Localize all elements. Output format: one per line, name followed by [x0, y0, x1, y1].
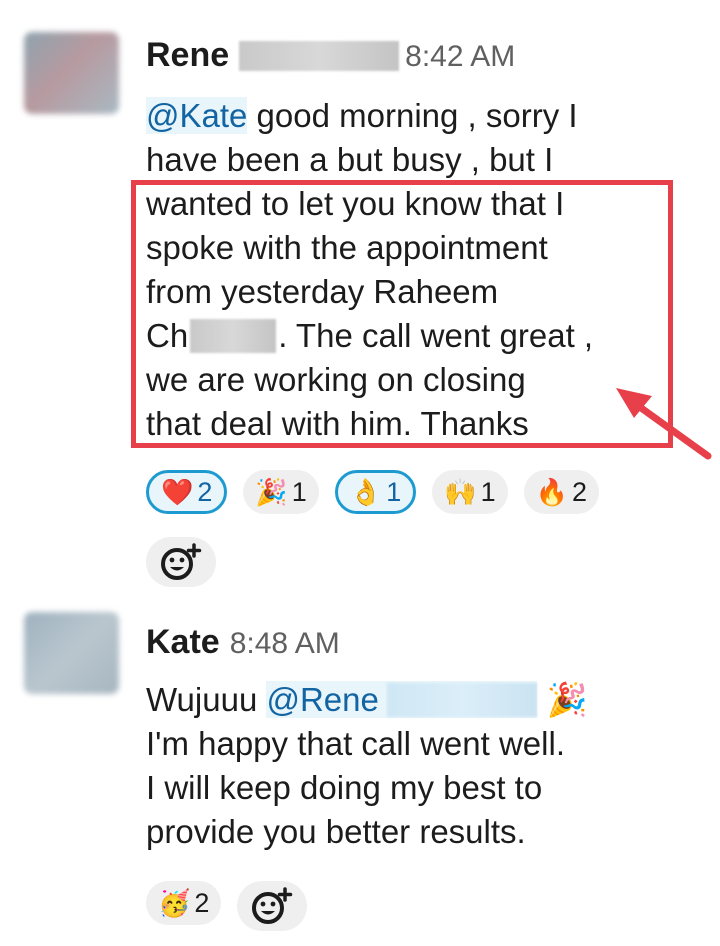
message-line: @Kate good morning , sorry I: [146, 97, 578, 134]
redacted-surname: [386, 683, 537, 717]
author-name[interactable]: Kate: [146, 623, 220, 662]
add-emoji-icon: [161, 543, 202, 580]
highlight-box: [131, 180, 673, 448]
redacted-surname: [239, 40, 400, 71]
reaction-fire[interactable]: 🔥 2: [523, 470, 600, 514]
timestamp[interactable]: 8:42 AM: [405, 40, 515, 74]
add-reaction-button[interactable]: [237, 881, 308, 931]
reaction-count: 1: [386, 476, 402, 507]
message-line: provide you better results.: [146, 813, 526, 850]
reaction-heart[interactable]: ❤️ 2: [146, 470, 228, 514]
avatar-rene[interactable]: [24, 32, 119, 114]
reactions-bar: ❤️ 2 🎉 1 👌 1 🙌 1 🔥 2: [146, 470, 600, 514]
mention-kate[interactable]: @Kate: [146, 97, 248, 134]
annotation-arrow: [616, 388, 712, 460]
avatar-kate[interactable]: [24, 612, 119, 694]
message-body: Wujuuu @Rene 🎉 I'm happy that call went w…: [146, 678, 588, 854]
message-line: Wujuuu @Rene 🎉: [146, 681, 588, 718]
reaction-party-popper[interactable]: 🎉 1: [243, 470, 319, 514]
fire-icon: 🔥: [535, 477, 568, 507]
heart-icon: ❤️: [161, 477, 194, 507]
reaction-count: 2: [194, 887, 210, 918]
message-header: Rene 8:42 AM: [146, 36, 515, 75]
party-popper-icon: 🎉: [255, 477, 288, 507]
add-reaction-button[interactable]: [146, 537, 216, 587]
add-emoji-icon: [252, 887, 293, 924]
partying-face-icon: 🥳: [158, 888, 191, 918]
raised-hands-icon: 🙌: [444, 477, 477, 507]
reaction-count: 2: [197, 476, 213, 507]
timestamp[interactable]: 8:48 AM: [230, 627, 340, 661]
reaction-count: 1: [480, 476, 496, 507]
author-name[interactable]: Rene: [146, 36, 229, 75]
party-popper-icon: 🎉: [546, 681, 588, 718]
reaction-count: 2: [572, 476, 588, 507]
ok-hand-icon: 👌: [349, 477, 383, 507]
reaction-partying-face[interactable]: 🥳 2: [146, 881, 222, 925]
reaction-count: 1: [291, 476, 307, 507]
reaction-ok-hand[interactable]: 👌 1: [334, 470, 417, 514]
reaction-raised-hands[interactable]: 🙌 1: [432, 470, 508, 514]
message-header: Kate 8:48 AM: [146, 623, 340, 662]
reactions-bar: 🥳 2: [146, 881, 308, 931]
mention-rene[interactable]: @Rene: [266, 681, 537, 718]
message-line: I will keep doing my best to: [146, 769, 543, 806]
message-line: have been a but busy , but I: [146, 141, 554, 178]
message-line: I'm happy that call went well.: [146, 725, 565, 762]
